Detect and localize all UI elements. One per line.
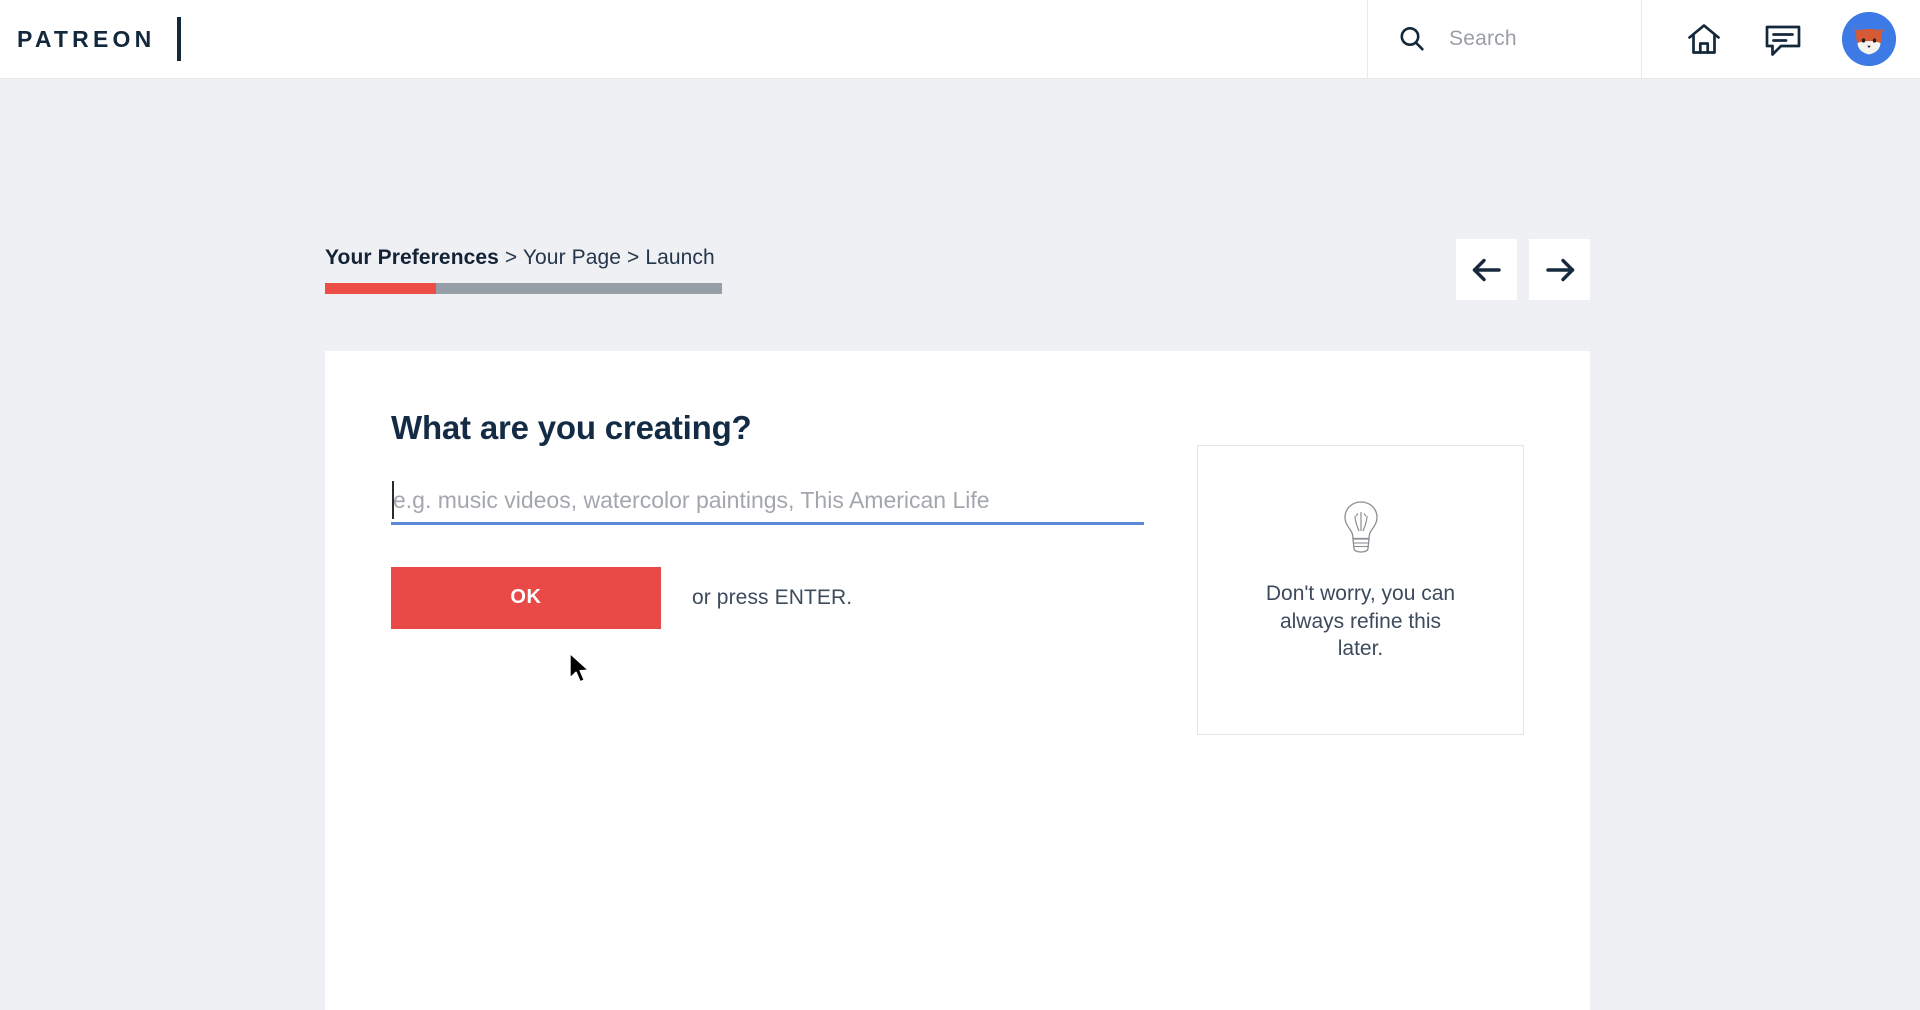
breadcrumb-text: Your Preferences > Your Page > Launch: [325, 246, 725, 270]
step-navigation: [1456, 239, 1590, 300]
ok-button[interactable]: OK: [391, 566, 661, 629]
breadcrumb-separator: >: [627, 246, 640, 269]
enter-hint: or press ENTER.: [692, 585, 853, 609]
messages-icon[interactable]: [1762, 19, 1804, 59]
breadcrumb-step-your-page[interactable]: Your Page: [523, 246, 621, 269]
search-bar[interactable]: Search: [1367, 0, 1642, 78]
back-button[interactable]: [1456, 239, 1517, 300]
forward-button[interactable]: [1529, 239, 1590, 300]
brand-wordmark: PATREON: [17, 25, 156, 52]
user-avatar[interactable]: [1842, 12, 1896, 66]
search-icon: [1397, 24, 1427, 54]
breadcrumb-step-launch[interactable]: Launch: [645, 246, 715, 269]
header-actions: [1642, 0, 1920, 78]
page-title: What are you creating?: [391, 409, 752, 446]
onboarding-progress-bar: [325, 283, 722, 294]
search-input[interactable]: Search: [1449, 27, 1517, 51]
header-spacer: [181, 0, 1367, 78]
onboarding-progress-fill: [325, 283, 437, 294]
page-body: Your Preferences > Your Page > Launch Wh…: [0, 79, 1920, 1010]
breadcrumb: Your Preferences > Your Page > Launch: [325, 246, 725, 294]
breadcrumb-step-preferences[interactable]: Your Preferences: [325, 246, 499, 269]
breadcrumb-separator: >: [504, 246, 518, 269]
tip-text: Don't worry, you can always refine this …: [1265, 582, 1456, 661]
onboarding-card: What are you creating? OK or press ENTER…: [325, 351, 1590, 1010]
tip-box: Don't worry, you can always refine this …: [1197, 445, 1524, 735]
creation-input[interactable]: [391, 478, 1144, 523]
creation-field[interactable]: [391, 478, 1144, 525]
brand-logo[interactable]: PATREON: [0, 0, 182, 78]
app-header: PATREON Search: [0, 0, 1920, 79]
text-caret: [392, 480, 394, 519]
home-icon[interactable]: [1684, 19, 1724, 59]
lightbulb-icon: [1338, 498, 1384, 556]
